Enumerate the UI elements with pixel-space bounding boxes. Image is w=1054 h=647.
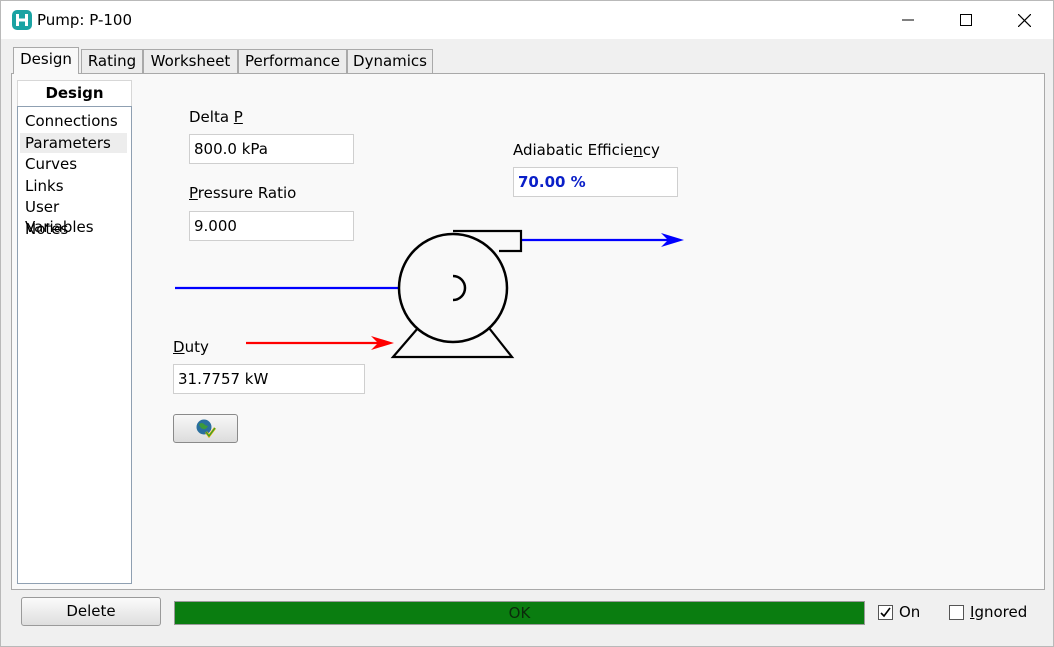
- pump-diagram: [175, 229, 684, 359]
- title-bar: Pump: P-100: [1, 1, 1053, 39]
- outlet-stream-arrow[interactable]: [522, 233, 684, 247]
- on-checkbox[interactable]: [878, 605, 893, 620]
- delete-button[interactable]: Delete: [21, 597, 161, 626]
- window-title: Pump: P-100: [37, 11, 133, 29]
- tab-rating[interactable]: Rating: [81, 49, 143, 73]
- ignored-label: Ignored: [970, 603, 1028, 621]
- energy-stream-arrow[interactable]: [246, 336, 394, 350]
- tab-design[interactable]: Design: [13, 47, 79, 74]
- close-button[interactable]: [995, 1, 1053, 39]
- status-bar: OK: [174, 601, 865, 625]
- maximize-icon: [960, 14, 972, 26]
- on-label: On: [899, 603, 921, 621]
- close-icon: [1017, 13, 1031, 27]
- minimize-icon: [902, 19, 914, 21]
- globe-check-icon: [196, 419, 216, 438]
- pump-window: Pump: P-100 Design Rating Worksheet Perf…: [0, 0, 1054, 647]
- minimize-button[interactable]: [879, 1, 937, 39]
- maximize-button[interactable]: [937, 1, 995, 39]
- design-panel: Design Connections Parameters Curves Lin…: [11, 73, 1045, 590]
- tab-dynamics[interactable]: Dynamics: [347, 49, 433, 73]
- ignored-checkbox[interactable]: [949, 605, 964, 620]
- centrifugal-pump-icon[interactable]: [390, 229, 523, 359]
- hysys-h-icon: [12, 10, 32, 30]
- footer-bar: Delete OK On Ignored: [1, 591, 1053, 646]
- checkmark-icon: [880, 607, 891, 618]
- tab-performance[interactable]: Performance: [238, 49, 347, 73]
- globe-button[interactable]: [173, 414, 238, 443]
- tab-worksheet[interactable]: Worksheet: [143, 49, 238, 73]
